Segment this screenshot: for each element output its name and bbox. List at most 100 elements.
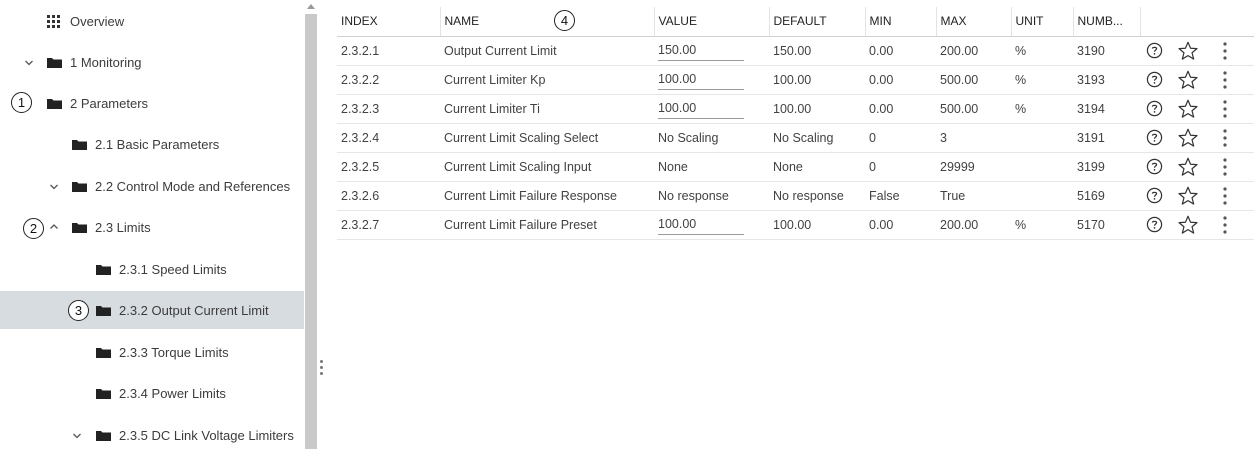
tree-item-label: 2.3.4 Power Limits — [119, 385, 226, 401]
column-header-number[interactable]: NUMB... — [1073, 7, 1141, 37]
star-icon[interactable] — [1177, 40, 1199, 62]
help-icon[interactable] — [1146, 42, 1163, 59]
scrollbar-thumb[interactable] — [305, 14, 317, 449]
tree-item-control-mode[interactable]: 2.2 Control Mode and References — [0, 167, 304, 205]
chevron-down-icon[interactable] — [24, 58, 34, 68]
column-header-name[interactable]: NAME — [440, 7, 655, 37]
star-icon[interactable] — [1177, 98, 1199, 120]
folder-icon — [96, 431, 111, 441]
cell-max: 200.00 — [936, 36, 1011, 66]
chevron-up-icon[interactable] — [49, 222, 59, 232]
star-icon[interactable] — [1177, 127, 1199, 149]
star-icon[interactable] — [1177, 69, 1199, 91]
cell-number: 3191 — [1073, 123, 1140, 153]
cell-min: 0 — [865, 123, 936, 153]
parameter-table: INDEX NAME VALUE DEFAULT MIN MAX UNIT NU… — [337, 7, 1254, 240]
cell-value[interactable]: 100.00 — [654, 94, 769, 124]
cell-index: 2.3.2.6 — [337, 181, 440, 211]
cell-index: 2.3.2.4 — [337, 123, 440, 153]
cell-min: 0 — [865, 152, 936, 182]
folder-icon — [96, 265, 111, 275]
table-row[interactable]: 2.3.2.7 Current Limit Failure Preset 100.0… — [337, 210, 1254, 240]
help-icon[interactable] — [1146, 100, 1163, 117]
help-icon[interactable] — [1146, 216, 1163, 233]
star-icon[interactable] — [1177, 156, 1199, 178]
column-header-min[interactable]: MIN — [865, 7, 937, 37]
splitter-grip-dot — [320, 360, 323, 363]
table-header-row: INDEX NAME VALUE DEFAULT MIN MAX UNIT NU… — [337, 7, 1254, 37]
cell-value[interactable]: 100.00 — [654, 210, 769, 240]
chevron-down-icon[interactable] — [49, 182, 59, 192]
help-icon[interactable] — [1146, 187, 1163, 204]
chevron-down-icon[interactable] — [72, 431, 82, 441]
folder-icon — [72, 140, 87, 150]
cell-name: Current Limit Scaling Input — [440, 152, 654, 182]
tree-item-limits[interactable]: 2.3 Limits — [0, 208, 304, 246]
cell-value[interactable]: 100.00 — [654, 65, 769, 95]
tree-item-dc-link-voltage-limiters[interactable]: 2.3.5 DC Link Voltage Limiters — [0, 416, 304, 449]
more-vertical-icon[interactable] — [1223, 215, 1227, 235]
pane-splitter[interactable] — [318, 0, 330, 449]
column-header-default[interactable]: DEFAULT — [769, 7, 866, 37]
cell-name: Current Limit Failure Preset — [440, 210, 654, 240]
help-icon[interactable] — [1146, 129, 1163, 146]
more-vertical-icon[interactable] — [1223, 186, 1227, 206]
cell-value[interactable]: 150.00 — [654, 36, 769, 66]
tree-item-speed-limits[interactable]: 2.3.1 Speed Limits — [0, 250, 304, 288]
more-vertical-icon[interactable] — [1223, 41, 1227, 61]
cell-unit — [1011, 181, 1073, 211]
table-row[interactable]: 2.3.2.3 Current Limiter Ti 100.00 100.00 0.0… — [337, 94, 1254, 124]
column-header-unit[interactable]: UNIT — [1011, 7, 1074, 37]
more-vertical-icon[interactable] — [1223, 128, 1227, 148]
cell-unit — [1011, 123, 1073, 153]
tree-item-parameters[interactable]: 2 Parameters — [0, 84, 304, 122]
callout-2: 2 — [23, 218, 44, 239]
tree-item-overview[interactable]: Overview — [0, 2, 304, 40]
cell-name: Output Current Limit — [440, 36, 654, 66]
value-input[interactable]: 150.00 — [658, 40, 744, 61]
cell-default: 100.00 — [769, 65, 865, 95]
table-row[interactable]: 2.3.2.4 Current Limit Scaling Select No Sc… — [337, 123, 1254, 153]
sidebar-scrollbar[interactable] — [304, 0, 318, 449]
tree-item-torque-limits[interactable]: 2.3.3 Torque Limits — [0, 333, 304, 371]
value-select[interactable]: No response — [658, 189, 729, 203]
cell-value[interactable]: No Scaling — [654, 123, 769, 153]
table-row[interactable]: 2.3.2.6 Current Limit Failure Response No … — [337, 181, 1254, 211]
cell-value[interactable]: No response — [654, 181, 769, 211]
grid-icon — [47, 15, 60, 28]
folder-icon — [47, 99, 62, 109]
table-row[interactable]: 2.3.2.5 Current Limit Scaling Input None No… — [337, 152, 1254, 182]
value-select[interactable]: None — [658, 160, 688, 174]
cell-max: 3 — [936, 123, 1011, 153]
tree-item-power-limits[interactable]: 2.3.4 Power Limits — [0, 374, 304, 412]
cell-max: True — [936, 181, 1011, 211]
value-input[interactable]: 100.00 — [658, 214, 744, 235]
value-select[interactable]: No Scaling — [658, 131, 718, 145]
table-row[interactable]: 2.3.2.2 Current Limiter Kp 100.00 100.00 0.0… — [337, 65, 1254, 95]
table-row[interactable]: 2.3.2.1 Output Current Limit 150.00 150.00 0… — [337, 36, 1254, 66]
cell-value[interactable]: None — [654, 152, 769, 182]
cell-number: 5169 — [1073, 181, 1140, 211]
value-input[interactable]: 100.00 — [658, 69, 744, 90]
column-header-index[interactable]: INDEX — [337, 7, 441, 37]
cell-name: Current Limiter Kp — [440, 65, 654, 95]
more-vertical-icon[interactable] — [1223, 99, 1227, 119]
more-vertical-icon[interactable] — [1223, 157, 1227, 177]
column-header-value[interactable]: VALUE — [654, 7, 770, 37]
column-header-max[interactable]: MAX — [936, 7, 1012, 37]
star-icon[interactable] — [1177, 214, 1199, 236]
more-vertical-icon[interactable] — [1223, 70, 1227, 90]
star-icon[interactable] — [1177, 185, 1199, 207]
help-icon[interactable] — [1146, 158, 1163, 175]
tree-item-monitoring[interactable]: 1 Monitoring — [0, 43, 304, 81]
help-icon[interactable] — [1146, 71, 1163, 88]
value-input[interactable]: 100.00 — [658, 98, 744, 119]
tree-item-label: 1 Monitoring — [70, 54, 142, 70]
cell-max: 200.00 — [936, 210, 1011, 240]
tree-item-output-current-limit[interactable]: 2.3.2 Output Current Limit — [0, 291, 304, 329]
cell-default: 100.00 — [769, 94, 865, 124]
scroll-up-arrow-icon[interactable] — [307, 4, 315, 9]
tree-item-basic-parameters[interactable]: 2.1 Basic Parameters — [0, 125, 304, 163]
cell-number: 3199 — [1073, 152, 1140, 182]
navigation-tree: Overview 1 Monitoring 2 Parameters 2.1 B… — [0, 0, 304, 449]
